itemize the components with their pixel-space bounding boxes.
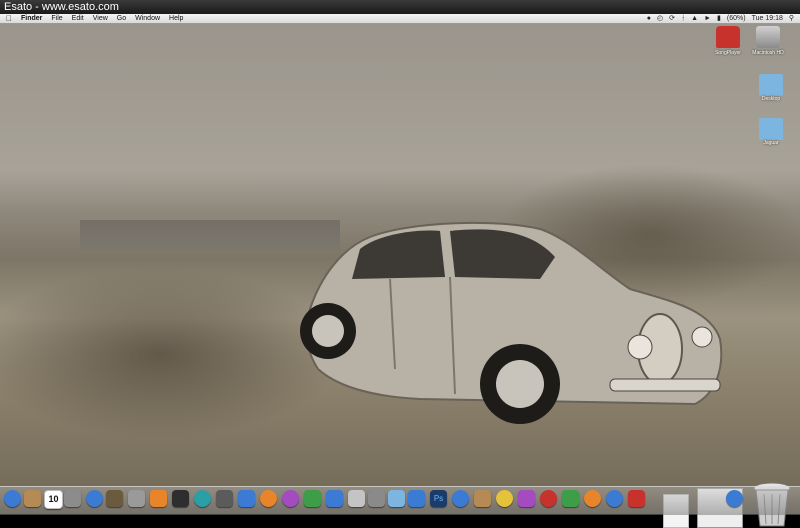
folder-icon[interactable] — [759, 118, 783, 140]
dock: 10 Ps — [0, 486, 800, 515]
window-title-bar: Esato - www.esato.com — [0, 0, 800, 14]
pencil-icon[interactable] — [150, 490, 167, 507]
status-circle-icon[interactable]: ● — [647, 14, 651, 24]
printer-icon[interactable] — [368, 490, 385, 507]
clock[interactable]: Tue 19:18 — [752, 14, 783, 24]
camera-icon[interactable] — [518, 490, 535, 507]
sun-icon[interactable] — [496, 490, 513, 507]
desktop-wallpaper: SongPlayer Macintosh HD Desktop Jaguar — [0, 24, 800, 528]
finder-icon[interactable] — [4, 490, 21, 507]
menu-edit[interactable]: Edit — [72, 14, 84, 24]
time-machine-icon[interactable] — [216, 490, 233, 507]
network-icon[interactable] — [326, 490, 343, 507]
chrome-icon[interactable] — [606, 490, 623, 507]
battery-percent[interactable]: (60%) — [727, 14, 746, 24]
volume-icon[interactable]: ► — [704, 14, 711, 24]
menu-go[interactable]: Go — [117, 14, 126, 24]
flower-icon[interactable] — [562, 490, 579, 507]
settings-icon[interactable] — [628, 490, 645, 507]
mail-icon[interactable] — [24, 490, 41, 507]
spotlight-icon[interactable]: ⚲ — [789, 14, 794, 24]
scanner-icon[interactable] — [388, 490, 405, 507]
tools-icon[interactable] — [128, 490, 145, 507]
menu-window[interactable]: Window — [135, 14, 160, 24]
menu-help[interactable]: Help — [169, 14, 183, 24]
dashboard-icon[interactable] — [172, 490, 189, 507]
photoshop-icon[interactable]: Ps — [430, 490, 447, 507]
window-title: Esato - www.esato.com — [4, 1, 119, 13]
folder-stack-icon[interactable] — [474, 490, 491, 507]
contacts-icon[interactable] — [348, 490, 365, 507]
calendar-icon[interactable]: 10 — [44, 490, 63, 509]
sync-icon[interactable]: ⟳ — [669, 14, 675, 24]
firefox-icon[interactable] — [260, 490, 277, 507]
wireless-icon[interactable] — [726, 490, 743, 507]
mobile-icon[interactable] — [408, 490, 425, 507]
menu-view[interactable]: View — [93, 14, 108, 24]
wifi-icon[interactable]: ▲ — [691, 14, 698, 24]
siren-app-icon[interactable] — [716, 26, 740, 48]
apple-icon[interactable]:  — [6, 14, 12, 24]
preferences-icon[interactable] — [238, 490, 255, 507]
desktop-icon-label-jaguar[interactable]: Jaguar — [751, 140, 791, 146]
photos-icon[interactable] — [106, 490, 123, 507]
menu-file[interactable]: File — [51, 14, 62, 24]
safari-icon[interactable] — [194, 490, 211, 507]
battery-icon[interactable]: ▮ — [717, 14, 721, 24]
desktop-icon-label-songplayer[interactable]: SongPlayer — [708, 50, 748, 56]
messages-icon[interactable] — [304, 490, 321, 507]
hard-drive-icon[interactable] — [756, 26, 780, 48]
bluetooth-icon[interactable]: ᚽ — [681, 14, 685, 24]
browser-icon[interactable] — [584, 490, 601, 507]
wallpaper-car — [300, 221, 723, 424]
preview-icon[interactable] — [64, 490, 81, 507]
itunes-icon[interactable] — [86, 490, 103, 507]
menu-bar:  Finder File Edit View Go Window Help ●… — [0, 14, 800, 24]
globe-icon[interactable] — [452, 490, 469, 507]
folder-icon[interactable] — [759, 74, 783, 96]
itunes-store-icon[interactable] — [282, 490, 299, 507]
time-machine-icon[interactable]: ◴ — [657, 14, 663, 24]
desktop-icon-label-macintosh-hd[interactable]: Macintosh HD — [748, 50, 788, 56]
desktop-icon-label-desktop[interactable]: Desktop — [751, 96, 791, 102]
menu-finder[interactable]: Finder — [21, 14, 42, 24]
media-player-icon[interactable] — [540, 490, 557, 507]
